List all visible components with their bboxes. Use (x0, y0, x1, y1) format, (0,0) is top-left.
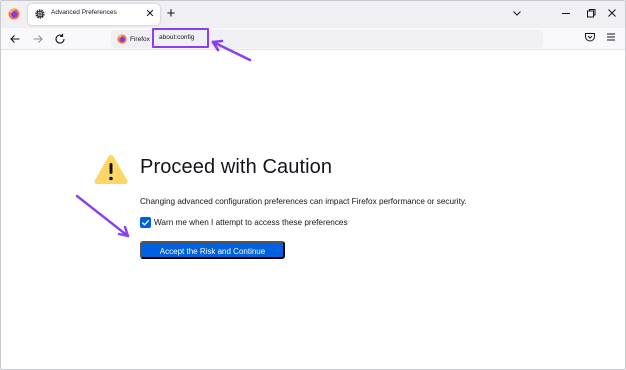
firefox-logo-icon (117, 34, 127, 44)
page-title: Proceed with Caution (140, 156, 333, 178)
warning-triangle-icon (94, 155, 128, 184)
warn-checkbox-label[interactable]: Warn me when I attempt to access these p… (154, 218, 348, 227)
forward-arrow-icon[interactable] (31, 32, 45, 46)
tab-title: Advanced Preferences (51, 9, 117, 16)
checkmark-icon (141, 219, 150, 226)
url-highlight-annotation (152, 28, 209, 48)
page-content (1, 50, 625, 369)
firefox-logo-icon[interactable] (8, 8, 20, 20)
hamburger-menu-icon[interactable] (605, 31, 617, 43)
tab-strip: Advanced Preferences ✕ + (1, 1, 625, 28)
warn-checkbox[interactable] (140, 217, 151, 228)
minimize-icon[interactable] (560, 6, 572, 20)
gear-icon (35, 9, 45, 19)
maximize-icon[interactable] (585, 6, 597, 20)
chevron-down-icon[interactable] (511, 6, 523, 20)
back-arrow-icon[interactable] (8, 32, 22, 46)
browser-window: Advanced Preferences ✕ + Firefox about:c… (0, 0, 626, 370)
warning-description: Changing advanced configuration preferen… (140, 197, 467, 206)
new-tab-button[interactable]: + (164, 5, 178, 23)
navigation-toolbar: Firefox about:config (1, 28, 625, 50)
reload-icon[interactable] (53, 32, 67, 46)
tab-advanced-preferences[interactable]: Advanced Preferences ✕ (28, 4, 160, 25)
accept-risk-button[interactable]: Accept the Risk and Continue (140, 241, 285, 259)
identity-box[interactable]: Firefox (117, 34, 150, 44)
identity-label: Firefox (130, 35, 150, 43)
window-close-icon[interactable] (606, 6, 618, 20)
pocket-icon[interactable] (584, 31, 596, 43)
warn-checkbox-row[interactable]: Warn me when I attempt to access these p… (140, 216, 348, 229)
close-icon[interactable]: ✕ (144, 7, 156, 21)
